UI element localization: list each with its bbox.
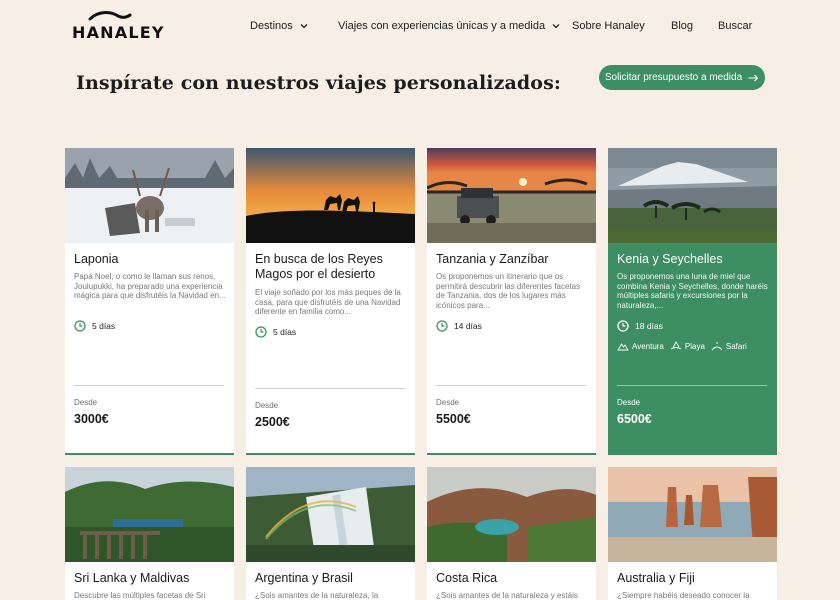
card-divider — [255, 388, 405, 389]
request-quote-label: Solicitar presupuesto a medida — [604, 72, 743, 83]
trip-tags: Aventura Playa Safari — [617, 341, 747, 351]
trip-duration: 5 días — [255, 326, 296, 338]
nav-destinos[interactable]: Destinos — [250, 20, 309, 32]
chevron-down-icon — [300, 24, 308, 29]
brand-name: HANALEY — [72, 23, 165, 42]
wave-logo-icon — [88, 11, 132, 21]
trip-description: ¿Siempre habéis deseado conocer la — [617, 591, 750, 600]
nav-blog[interactable]: Blog — [671, 20, 693, 32]
trip-card-costa-rica[interactable]: Costa Rica ¿Sois amantes de la naturalez… — [427, 467, 596, 600]
nav-destinos-label: Destinos — [250, 20, 293, 32]
trip-image-desierto — [246, 148, 415, 243]
chevron-down-icon — [552, 24, 560, 29]
trip-image-laponia — [65, 148, 234, 243]
trip-price: 3000€ — [74, 412, 109, 426]
trip-description: Os proponemos un itinerario que os permi… — [436, 272, 581, 310]
trip-card-laponia[interactable]: Laponia Papá Noel, o como le llaman sus … — [65, 148, 234, 455]
clock-icon — [436, 320, 448, 332]
clock-icon — [255, 326, 267, 338]
tag-safari: Safari — [711, 341, 747, 351]
price-from-label: Desde — [255, 401, 279, 410]
nav-buscar-label: Buscar — [718, 20, 753, 32]
trip-title: Kenia y Seychelles — [617, 252, 723, 266]
trip-description: ¿Sois amantes de la naturaleza y estáis — [436, 591, 578, 600]
trip-duration: 14 días — [436, 320, 482, 332]
trip-image-australia — [608, 467, 777, 562]
page-title: Inspírate con nuestros viajes personaliz… — [76, 72, 561, 94]
beach-icon — [670, 341, 682, 350]
trip-title: Tanzania y Zanzíbar — [436, 252, 549, 266]
trip-description: Papá Noel, o como le llaman sus renos, J… — [74, 272, 226, 300]
duration-label: 5 días — [273, 327, 297, 337]
clock-icon — [617, 320, 629, 332]
trip-title: Argentina y Brasil — [255, 571, 353, 585]
trip-card-kenia[interactable]: Kenia y Seychelles Os proponemos una lun… — [608, 148, 777, 455]
trip-card-australia[interactable]: Australia y Fiji ¿Siempre habéis deseado… — [608, 467, 777, 600]
nav-buscar[interactable]: Buscar — [718, 20, 752, 32]
trip-description: ¿Sois amantes de la naturaleza, la — [255, 591, 379, 600]
trip-card-tanzania[interactable]: Tanzania y Zanzíbar Os proponemos un iti… — [427, 148, 596, 455]
trip-price: 5500€ — [436, 412, 471, 426]
hanaley-logo[interactable]: HANALEY — [72, 10, 163, 42]
trip-price: 2500€ — [255, 415, 290, 429]
trip-duration: 5 días — [74, 320, 115, 332]
trip-image-tanzania — [427, 148, 596, 243]
duration-label: 18 días — [635, 321, 663, 331]
trip-image-argentina — [246, 467, 415, 562]
tag-aventura: Aventura — [617, 341, 664, 351]
nav-sobre-hanaley[interactable]: Sobre Hanaley — [572, 20, 645, 32]
trip-duration: 18 días — [617, 320, 663, 332]
trip-price: 6500€ — [617, 412, 652, 426]
trip-title: Sri Lanka y Maldivas — [74, 571, 190, 585]
site-header: HANALEY Destinos Viajes con experiencias… — [0, 0, 840, 52]
card-divider — [436, 385, 586, 386]
mountain-icon — [617, 343, 629, 351]
duration-label: 5 días — [92, 321, 116, 331]
tag-label: Aventura — [632, 341, 664, 351]
nav-blog-label: Blog — [671, 20, 694, 32]
nav-viajes-label: Viajes con experiencias únicas y a medid… — [338, 20, 546, 32]
trip-card-sri-lanka[interactable]: Sri Lanka y Maldivas Descubre las múltip… — [65, 467, 234, 600]
trip-title: Australia y Fiji — [617, 571, 695, 585]
trip-description: Os proponemos una luna de miel que combi… — [617, 272, 768, 310]
price-from-label: Desde — [436, 398, 460, 407]
trip-title: Costa Rica — [436, 571, 498, 585]
duration-label: 14 días — [454, 321, 482, 331]
trip-card-argentina[interactable]: Argentina y Brasil ¿Sois amantes de la n… — [246, 467, 415, 600]
trip-image-kenia — [608, 148, 777, 243]
card-divider — [617, 385, 767, 386]
price-from-label: Desde — [74, 398, 98, 407]
trip-card-reyes-magos[interactable]: En busca de los Reyes Magos por el desie… — [246, 148, 415, 455]
safari-icon — [711, 342, 723, 351]
trip-image-costa-rica — [427, 467, 596, 562]
request-quote-button[interactable]: Solicitar presupuesto a medida — [599, 65, 765, 90]
arrow-right-icon — [748, 74, 759, 81]
trip-description: El viaje soñado por los más peques de la… — [255, 288, 401, 316]
card-divider — [74, 385, 224, 386]
price-from-label: Desde — [617, 398, 641, 407]
trip-title: En busca de los Reyes Magos por el desie… — [255, 252, 383, 281]
trip-image-sri-lanka — [65, 467, 234, 562]
nav-viajes[interactable]: Viajes con experiencias únicas y a medid… — [338, 20, 561, 32]
nav-sobre-label: Sobre Hanaley — [572, 20, 645, 32]
tag-playa: Playa — [670, 341, 705, 351]
tag-label: Playa — [684, 341, 705, 351]
trip-description: Descubre las múltiples facetas de Sri — [74, 591, 206, 600]
tag-label: Safari — [725, 341, 747, 351]
trip-title: Laponia — [74, 252, 119, 266]
clock-icon — [74, 320, 86, 332]
